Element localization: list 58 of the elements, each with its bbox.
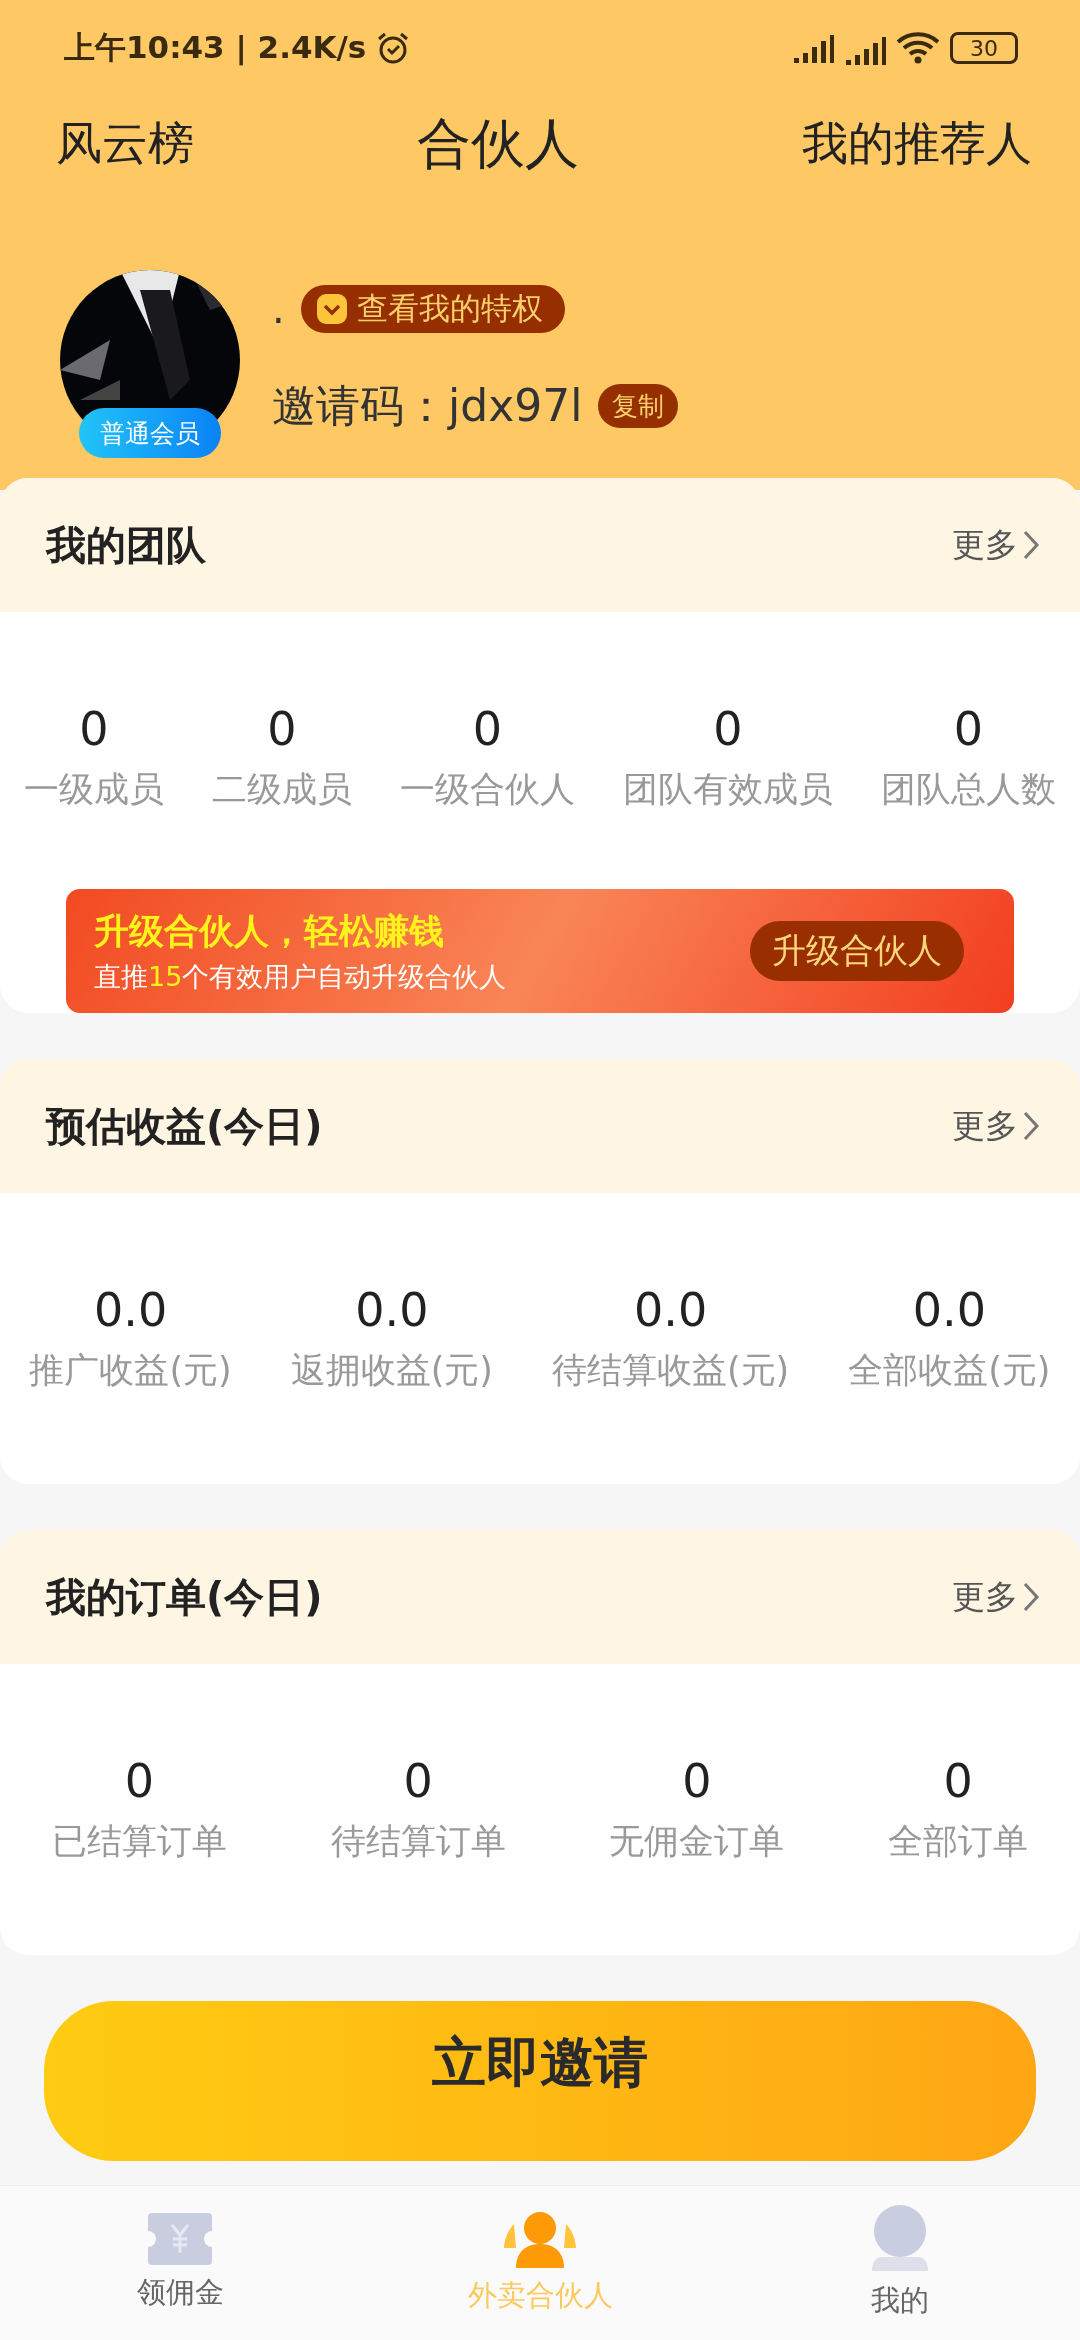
stat-label: 返拥收益(元) xyxy=(290,1349,494,1392)
more-link[interactable]: 更多 xyxy=(952,522,1040,568)
leaderboard-link[interactable]: 风云榜 xyxy=(56,113,194,175)
battery-icon: 30 xyxy=(950,32,1018,64)
stat-label: 团队有效成员 xyxy=(623,768,833,811)
alarm-icon xyxy=(376,31,411,65)
member-badge: 普通会员 xyxy=(79,408,221,458)
stat-label: 待结算订单 xyxy=(330,1820,506,1863)
referrer-link[interactable]: 我的推荐人 xyxy=(802,113,1032,175)
chevron-icon xyxy=(1022,1110,1040,1142)
chevron-icon xyxy=(1022,529,1040,561)
user-name: . xyxy=(272,285,285,332)
tab-bar-item[interactable]: 我的 xyxy=(720,2186,1080,2340)
stat-value: 0.0 xyxy=(94,1283,168,1337)
stat-value: 0 xyxy=(124,1754,154,1808)
more-link[interactable]: 更多 xyxy=(952,1103,1040,1149)
banner-title: 升级合伙人，轻松赚钱 xyxy=(94,909,445,953)
stat-label: 推广收益(元) xyxy=(29,1349,232,1392)
section-title: 我的团队 xyxy=(46,520,206,570)
page-title: 合伙人 xyxy=(417,110,579,177)
stat-value: 0 xyxy=(953,702,984,756)
stat-value: 0.0 xyxy=(634,1283,708,1337)
more-link[interactable]: 更多 xyxy=(952,1574,1040,1620)
stat-value: 0 xyxy=(79,702,109,756)
person-icon xyxy=(872,2205,928,2273)
stat-value: 0 xyxy=(472,702,503,756)
stat-value: 0 xyxy=(403,1754,433,1808)
copy-button[interactable]: 复制 xyxy=(598,384,679,428)
signal-icon xyxy=(792,33,834,63)
section-title: 预估收益(今日) xyxy=(46,1101,323,1151)
privilege-button[interactable]: 查看我的特权 xyxy=(300,284,565,333)
stat-value: 0 xyxy=(943,1754,973,1808)
stat-value: 0.0 xyxy=(912,1283,986,1337)
team-icon xyxy=(502,2210,578,2268)
stat-value: 0 xyxy=(267,702,297,756)
upgrade-banner[interactable]: 升级合伙人，轻松赚钱 直推15个有效用户自动升级合伙人 升级合伙人 xyxy=(66,889,1014,1013)
stat-value: 0 xyxy=(682,1754,712,1808)
upgrade-button[interactable]: 升级合伙人 xyxy=(750,921,964,981)
stat-label: 一级成员 xyxy=(24,768,164,811)
stat-label: 全部收益(元) xyxy=(848,1349,1051,1392)
wifi-icon xyxy=(896,32,940,64)
invite-button[interactable]: 立即邀请 xyxy=(44,2001,1036,2161)
status-time: 上午10:43 | 2.4K/s xyxy=(64,28,367,68)
stat-value: 0.0 xyxy=(355,1283,429,1337)
stat-label: 已结算订单 xyxy=(51,1820,227,1863)
ticket-icon xyxy=(148,2213,212,2265)
stat-value: 0 xyxy=(713,702,743,756)
stat-label: 一级合伙人 xyxy=(400,768,575,811)
stat-label: 全部订单 xyxy=(888,1820,1029,1863)
invite-code: 邀请码：jdx97l xyxy=(272,378,583,433)
tab-bar-item[interactable]: 领佣金 xyxy=(0,2186,360,2340)
banner-subtitle: 直推15个有效用户自动升级合伙人 xyxy=(94,959,507,994)
stat-label: 无佣金订单 xyxy=(609,1820,785,1863)
stat-label: 二级成员 xyxy=(212,768,352,811)
stat-label: 团队总人数 xyxy=(881,768,1056,811)
chevron-icon xyxy=(1022,1581,1040,1613)
stat-label: 待结算收益(元) xyxy=(551,1349,790,1392)
section-title: 我的订单(今日) xyxy=(46,1572,323,1622)
